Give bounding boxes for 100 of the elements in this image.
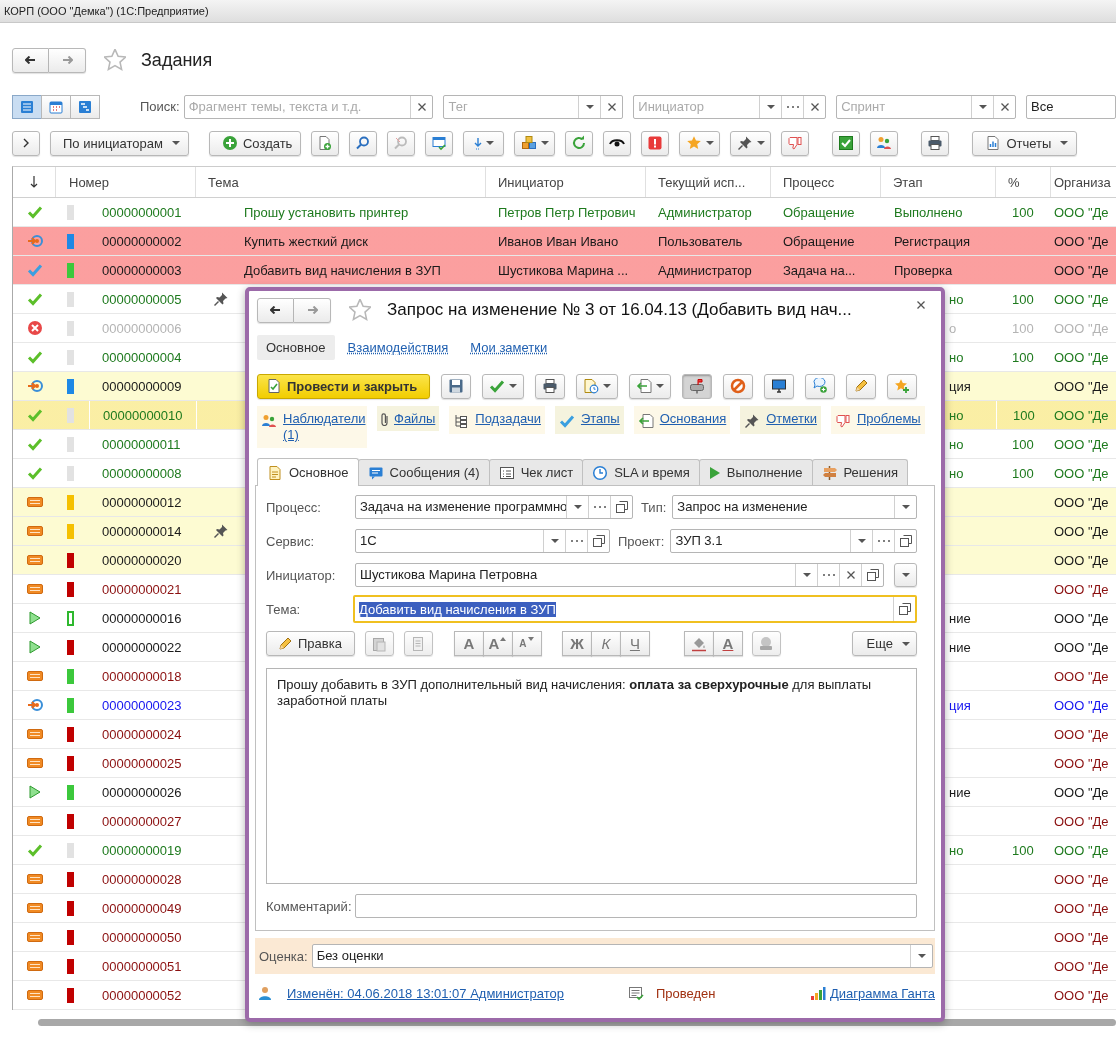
changed-link[interactable]: Изменён: 04.06.2018 13:01:07 Администратор — [287, 985, 564, 1001]
stamp-icon — [758, 635, 775, 652]
comment-field[interactable] — [355, 894, 917, 918]
star-plus-button[interactable] — [887, 373, 918, 399]
document-clock-button[interactable] — [576, 373, 619, 399]
reports-button[interactable]: Отчеты — [972, 130, 1078, 156]
link[interactable]: Файлы — [394, 411, 436, 426]
cancel-button[interactable] — [723, 373, 754, 399]
eye-button[interactable] — [603, 130, 632, 156]
fill-color-button[interactable] — [683, 631, 714, 656]
section-tab[interactable]: Взаимодействия — [338, 335, 458, 360]
printer-button[interactable] — [535, 373, 566, 399]
table-cell: 00000000008 — [102, 465, 182, 481]
service-field[interactable]: 1С — [355, 529, 610, 553]
more-button[interactable]: Еще — [851, 631, 917, 656]
expand-button[interactable] — [12, 130, 40, 156]
text-style-button[interactable]: Ч — [619, 631, 650, 656]
list-view-button[interactable] — [12, 94, 42, 119]
form-tab[interactable]: SLA и время — [582, 459, 700, 485]
clock-icon — [592, 464, 609, 481]
pencil-button[interactable] — [846, 373, 877, 399]
refresh-button[interactable] — [565, 130, 594, 156]
gantt-view-button[interactable] — [70, 94, 100, 119]
save-button[interactable] — [441, 373, 472, 399]
font-size-button[interactable]: А — [453, 631, 484, 656]
column-header[interactable]: Тема — [196, 167, 486, 197]
subject-field[interactable]: Добавить вид начисления в ЗУП — [353, 595, 917, 623]
document-arrow-button[interactable] — [629, 373, 672, 399]
table-row[interactable]: 00000000003 Добавить вид начисления в ЗУП Шустикова Марина ... Администратор Задача на... Проверка ООО "Де — [13, 256, 1116, 285]
initiator-field[interactable]: Шустикова Марина Петровна — [355, 563, 884, 587]
table-cell: Купить жесткий диск — [244, 233, 368, 249]
table-cell: ООО "Де — [1054, 436, 1109, 452]
font-size-button[interactable]: А — [482, 631, 513, 656]
form-tab[interactable]: Основное — [257, 458, 359, 486]
description-field[interactable]: Прошу добавить в ЗУП дополнительный вид начисления: оплата за сверхурочные для выплаты заработной платы — [266, 668, 917, 884]
group-by-button[interactable]: По инициаторам — [50, 130, 189, 156]
mailbox-button[interactable] — [682, 373, 713, 399]
link[interactable]: Этапы — [580, 411, 620, 426]
menu-button[interactable] — [894, 563, 917, 587]
print-button[interactable] — [921, 130, 950, 156]
back-button[interactable] — [257, 297, 294, 323]
favorite-star-icon[interactable] — [104, 49, 126, 71]
text-style-button[interactable]: К — [590, 631, 621, 656]
column-header[interactable]: Номер — [56, 167, 196, 197]
chat-plus-button[interactable] — [805, 373, 836, 399]
type-field[interactable]: Запрос на изменение — [672, 495, 917, 519]
check-button[interactable] — [482, 373, 525, 399]
star-button[interactable] — [679, 130, 721, 156]
arrow-down-button[interactable] — [463, 130, 505, 156]
paste-button[interactable] — [364, 631, 394, 656]
calendar-view-button[interactable] — [41, 94, 71, 119]
text-style-button[interactable]: Ж — [561, 631, 592, 656]
thumbs-down-button[interactable] — [781, 130, 810, 156]
form-tab[interactable]: Сообщения (4) — [357, 459, 490, 485]
stamp-button[interactable] — [751, 631, 781, 656]
document-plus-button[interactable] — [311, 130, 340, 156]
font-size-button[interactable]: А — [511, 631, 542, 656]
close-icon[interactable] — [917, 301, 925, 309]
table-cell: 00000000025 — [102, 755, 182, 771]
people-button[interactable] — [870, 130, 899, 156]
column-header[interactable]: Инициатор — [486, 167, 646, 197]
form-tab[interactable]: Решения — [811, 459, 908, 485]
table-cell: 00000000051 — [102, 958, 182, 974]
section-tab[interactable]: Мои заметки — [461, 335, 557, 360]
exclamation-button[interactable] — [641, 130, 670, 156]
link[interactable]: Наблюдатели (1) — [283, 411, 363, 443]
boxes-button[interactable] — [514, 130, 556, 156]
table-cell: 00000000001 — [102, 204, 182, 220]
link[interactable]: Подзадачи — [475, 411, 541, 426]
link[interactable]: Проблемы — [856, 411, 921, 426]
monitor-button[interactable] — [764, 373, 795, 399]
process-field[interactable]: Задача на изменение программно — [355, 495, 633, 519]
table-row[interactable]: 00000000002 Купить жесткий диск Иванов Иван Ивано Пользователь Обращение Регистрация ООО "Де — [13, 227, 1116, 256]
status-filter[interactable]: Все — [1026, 94, 1116, 119]
column-header[interactable]: Текущий исп... — [646, 167, 771, 197]
section-tab[interactable]: Основное — [257, 335, 335, 360]
project-field[interactable]: ЗУП 3.1 — [670, 529, 917, 553]
back-button[interactable] — [12, 47, 49, 73]
column-header[interactable]: % — [996, 167, 1051, 197]
caret-icon — [656, 384, 665, 388]
form-tab[interactable]: Чек лист — [488, 459, 584, 485]
create-button[interactable]: Создать — [209, 130, 302, 156]
caret-icon — [756, 141, 765, 145]
gantt-link[interactable]: Диаграмма Ганта — [830, 985, 935, 1001]
link[interactable]: Отметки — [766, 411, 817, 426]
post-and-close-button[interactable]: Провести и закрыть — [257, 373, 431, 399]
link[interactable]: Основания — [659, 411, 727, 426]
pin-button[interactable] — [730, 130, 772, 156]
edit-button[interactable]: Правка — [266, 631, 355, 656]
window-check-button[interactable] — [425, 130, 454, 156]
search-button[interactable] — [349, 130, 378, 156]
column-header[interactable]: Организа — [1051, 167, 1116, 197]
column-header[interactable]: Этап — [881, 167, 996, 197]
table-cell: Прошу установить принтер — [244, 204, 409, 220]
rating-field[interactable]: Без оценки — [311, 944, 933, 968]
form-tab[interactable]: Выполнение — [698, 459, 813, 485]
favorite-star-icon[interactable] — [349, 299, 371, 321]
column-header[interactable]: Процесс — [771, 167, 881, 197]
checkbox-button[interactable] — [832, 130, 861, 156]
text-color-button[interactable]: А — [712, 631, 743, 656]
